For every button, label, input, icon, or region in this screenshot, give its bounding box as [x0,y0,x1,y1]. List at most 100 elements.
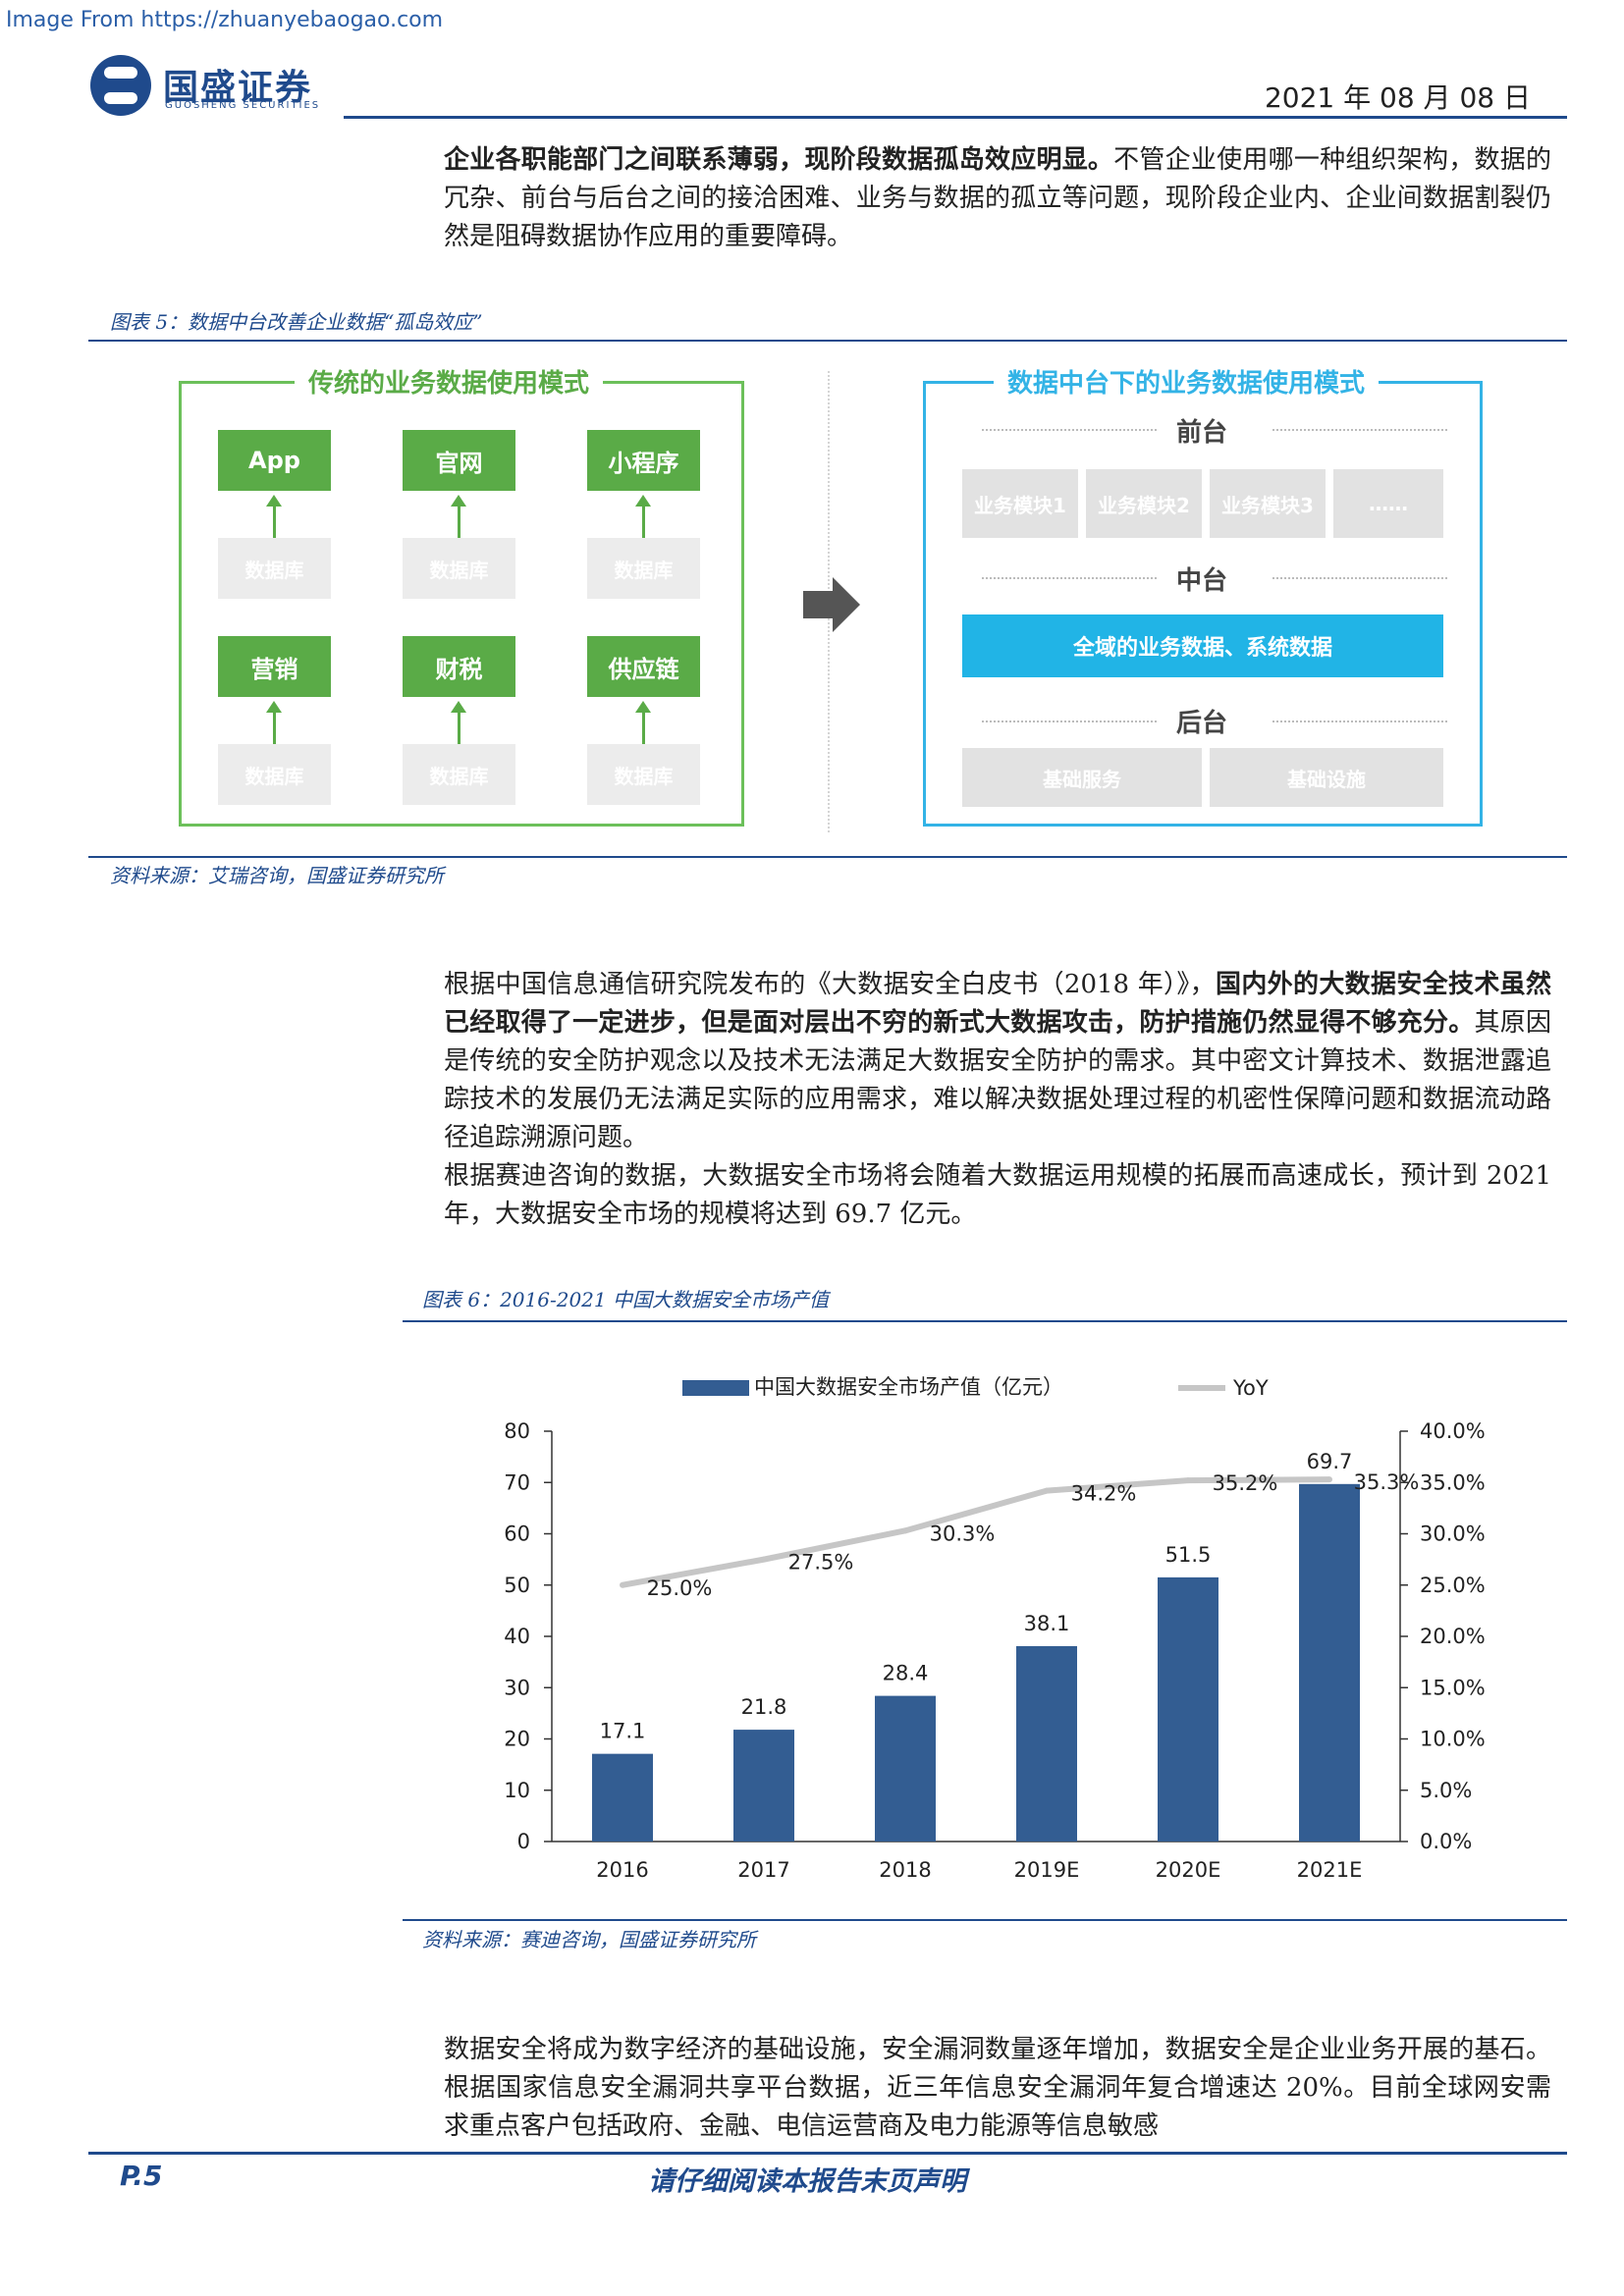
marketing-box: 营销 [218,636,331,697]
y2-tick-label: 35.0% [1420,1470,1486,1494]
x-tick-label: 2017 [737,1858,789,1882]
website-box: 官网 [403,430,515,491]
y2-tick-label: 40.0% [1420,1419,1486,1443]
yoy-point [1185,1477,1191,1484]
up-arrow-icon [266,701,282,748]
legend: 中国大数据安全市场产值（亿元） YoY [682,1375,1269,1400]
bar [1016,1645,1077,1842]
database-box: 数据库 [218,538,331,599]
x-tick-label: 2020E [1156,1858,1221,1882]
business-module-2: 业务模块2 [1086,469,1202,538]
page-number: P.5 [120,2160,163,2192]
finance-box: 财税 [403,636,515,697]
database-box: 数据库 [403,744,515,805]
bar [1158,1576,1218,1842]
yoy-value-label: 30.3% [930,1522,996,1545]
infrastructure-box: 基础设施 [1210,748,1443,807]
yoy-point [902,1527,908,1534]
y-tick-label: 0 [517,1830,530,1853]
y-tick-label: 80 [504,1419,530,1443]
y2-tick-label: 25.0% [1420,1574,1486,1597]
bar-value-label: 51.5 [1165,1543,1212,1567]
yoy-value-label: 35.3% [1354,1470,1420,1494]
yoy-point [1326,1476,1332,1483]
bar-value-label: 69.7 [1307,1450,1353,1473]
figure6-bottom-rule [403,1919,1567,1921]
footer-rule [88,2152,1567,2155]
figure5-source: 资料来源：艾瑞咨询，国盛证券研究所 [110,864,444,887]
x-tick-label: 2018 [879,1858,931,1882]
dotted-line [982,577,1157,579]
y-tick-label: 40 [504,1625,530,1648]
up-arrow-icon [635,701,651,748]
middle-platform-panel-title: 数据中台下的业务数据使用模式 [994,363,1380,400]
bar-value-label: 17.1 [600,1720,646,1743]
header-rule [344,116,1567,119]
bar-value-label: 28.4 [883,1662,929,1685]
watermark: Image From https://zhuanyebaogao.com [6,8,444,32]
up-arrow-icon [451,701,466,748]
up-arrow-icon [451,495,466,542]
brand-logo: 国盛证券 GUOSHENG SECURITIES [90,55,336,118]
database-box: 数据库 [403,538,515,599]
dotted-line [982,429,1157,431]
yoy-point [620,1581,625,1588]
y2-tick-label: 0.0% [1420,1830,1472,1853]
yoy-value-label: 27.5% [788,1551,854,1575]
yoy-value-label: 25.0% [647,1576,713,1600]
paragraph-3: 根据赛迪咨询的数据，大数据安全市场将会随着大数据运用规模的拓展而高速成长，预计到… [444,1161,1551,1229]
bar [1299,1483,1360,1842]
y2-tick-label: 10.0% [1420,1728,1486,1751]
paragraph-2: 根据中国信息通信研究院发布的《大数据安全白皮书（2018 年）》，国内外的大数据… [444,966,1551,1157]
y-tick-label: 10 [504,1779,530,1802]
y2-tick-label: 20.0% [1420,1625,1486,1648]
y2-tick-label: 5.0% [1420,1779,1472,1802]
logo-icon [90,55,151,116]
x-tick-label: 2021E [1297,1858,1363,1882]
bar [592,1753,653,1842]
intro-bold: 企业各职能部门之间联系薄弱，现阶段数据孤岛效应明显。 [444,145,1114,175]
app-box: App [218,430,331,491]
intro-paragraph: 企业各职能部门之间联系薄弱，现阶段数据孤岛效应明显。不管企业使用哪一种组织架构，… [444,141,1551,256]
figure5-caption: 图表 5：数据中台改善企业数据“孤岛效应” [110,310,483,334]
traditional-panel-title: 传统的业务数据使用模式 [295,363,604,400]
y-tick-label: 20 [504,1728,530,1751]
y-tick-label: 70 [504,1470,530,1494]
dotted-line [1272,577,1447,579]
yoy-value-label: 35.2% [1213,1471,1278,1495]
legend-line-label: YoY [1232,1376,1269,1400]
database-box: 数据库 [218,744,331,805]
yoy-point [761,1556,767,1563]
business-module-3: 业务模块3 [1210,469,1326,538]
paragraph-4: 数据安全将成为数字经济的基础设施，安全漏洞数量逐年增加，数据安全是企业业务开展的… [444,2035,1551,2141]
figure6-top-rule [403,1320,1567,1322]
report-date: 2021 年 08 月 08 日 [1264,81,1531,114]
paragraph-2-text-a: 根据中国信息通信研究院发布的《大数据安全白皮书（2018 年）》， [444,970,1217,999]
figure5-bottom-rule [88,856,1567,858]
up-arrow-icon [266,495,282,542]
dotted-line [1272,429,1447,431]
database-box: 数据库 [587,538,700,599]
y-tick-label: 50 [504,1574,530,1597]
bar-value-label: 38.1 [1024,1612,1070,1635]
y-tick-label: 30 [504,1676,530,1699]
business-module-more: …… [1333,469,1443,538]
brand-subtitle: GUOSHENG SECURITIES [165,100,321,111]
figure5-top-rule [88,340,1567,342]
disclaimer-note: 请仔细阅读本报告末页声明 [648,2166,966,2197]
supply-chain-box: 供应链 [587,636,700,697]
right-arrow-icon [803,577,860,632]
back-layer-label: 后台 [1176,709,1228,738]
miniprogram-box: 小程序 [587,430,700,491]
bar [875,1695,936,1842]
dotted-line [982,721,1157,722]
business-module-1: 业务模块1 [962,469,1078,538]
x-tick-label: 2016 [596,1858,648,1882]
basic-services-box: 基础服务 [962,748,1202,807]
y2-tick-label: 15.0% [1420,1676,1486,1699]
global-data-bar: 全域的业务数据、系统数据 [962,614,1443,677]
yoy-point [1044,1487,1050,1494]
database-box: 数据库 [587,744,700,805]
market-value-chart: 中国大数据安全市场产值（亿元） YoY 0 10 20 30 40 50 60 70 80 0.0… [504,1375,1486,1882]
middle-layer-label: 中台 [1176,566,1228,596]
